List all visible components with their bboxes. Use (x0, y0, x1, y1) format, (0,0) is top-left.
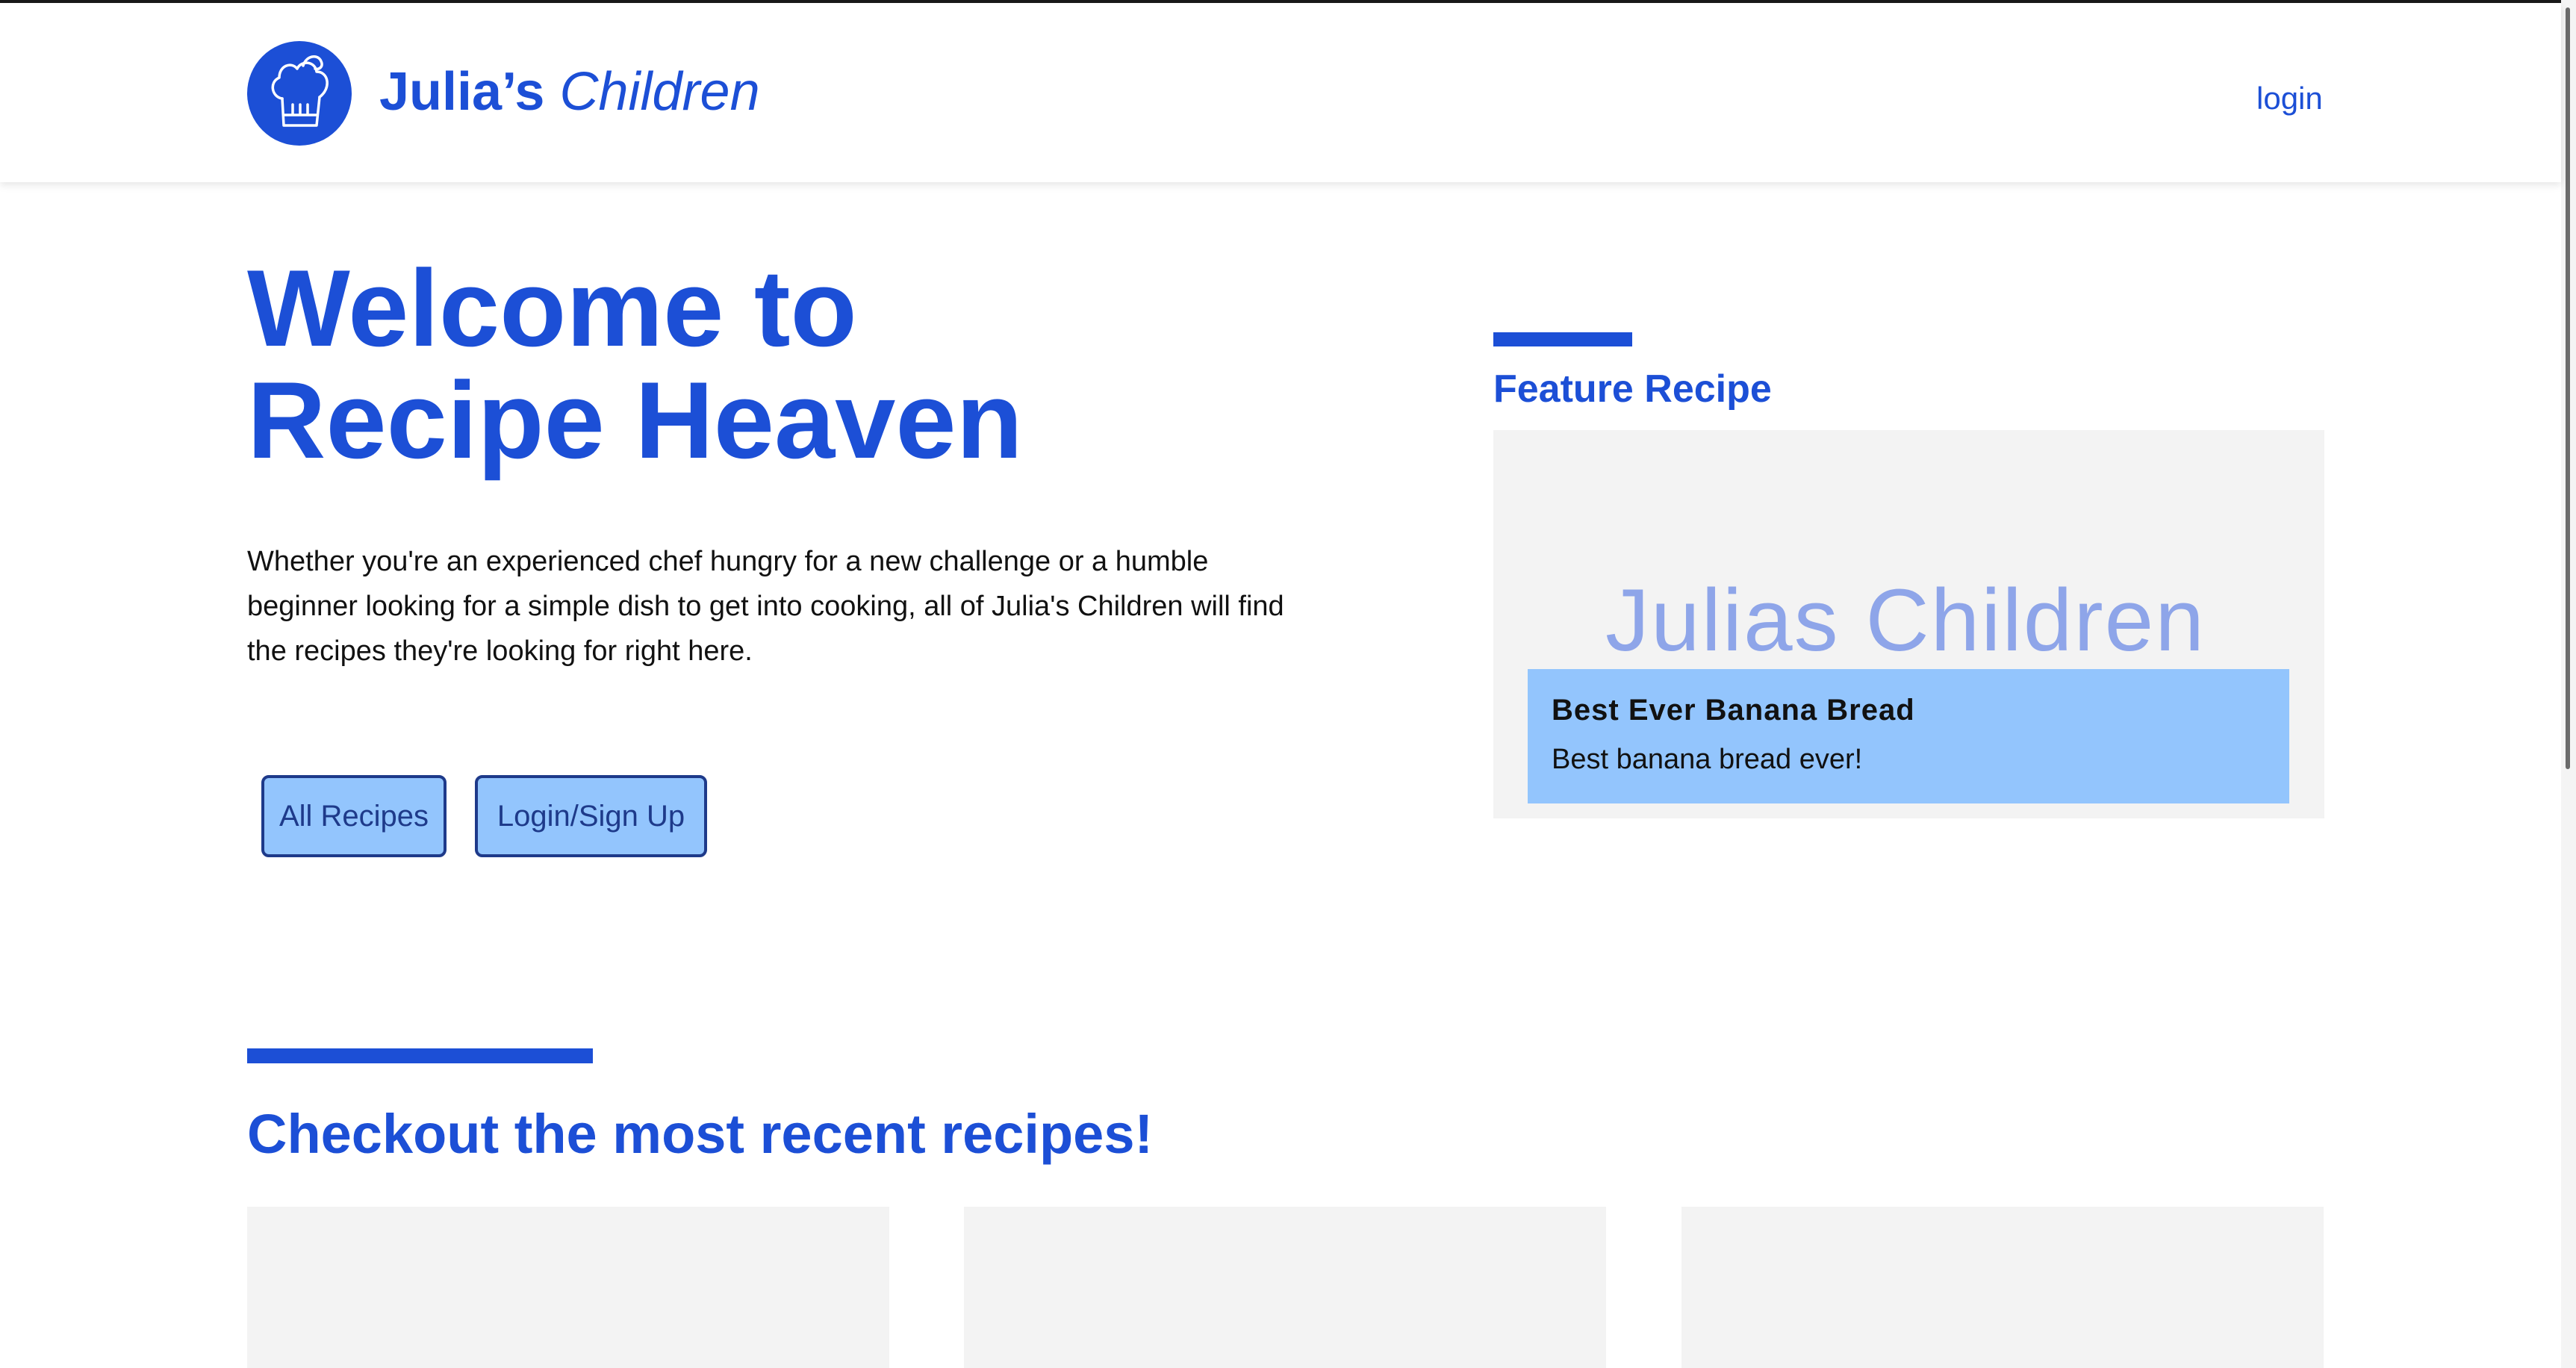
login-link[interactable]: login (2256, 76, 2323, 121)
recent-recipe-card[interactable] (1681, 1207, 2324, 1368)
feature-recipe-card[interactable]: Julias Children Best Ever Banana Bread B… (1493, 430, 2324, 818)
recent-recipe-card[interactable] (964, 1207, 1606, 1368)
site-header: Julia’s Children login (0, 3, 2561, 182)
brand-name[interactable]: Julia’s Children (379, 58, 760, 125)
page: Julia’s Children login Welcome to Recipe… (0, 0, 2576, 1368)
all-recipes-button[interactable]: All Recipes (261, 775, 447, 857)
chef-hat-icon (271, 55, 329, 127)
feature-recipe-image: Julias Children (1605, 571, 2206, 670)
vertical-scrollbar[interactable] (2561, 0, 2576, 1368)
feature-recipe-heading: Feature Recipe (1493, 367, 1772, 411)
feature-heading-accent-bar (1493, 332, 1632, 346)
feature-recipe-description: Best banana bread ever! (1552, 744, 1863, 775)
recent-recipe-card[interactable] (247, 1207, 889, 1368)
brand-name-bold: Julia’s (379, 62, 545, 122)
recent-recipes-heading: Checkout the most recent recipes! (247, 1103, 1154, 1165)
login-signup-button[interactable]: Login/Sign Up (475, 775, 707, 857)
feature-recipe-caption: Best Ever Banana Bread Best banana bread… (1528, 669, 2289, 803)
hero-title: Welcome to Recipe Heaven (247, 247, 1023, 481)
logo-link[interactable] (247, 41, 352, 146)
recent-heading-accent-bar (247, 1048, 593, 1063)
brand-name-italic: Children (559, 62, 760, 122)
scrollbar-thumb[interactable] (2566, 7, 2570, 769)
feature-recipe-title: Best Ever Banana Bread (1552, 694, 1915, 727)
hero-description: Whether you're an experienced chef hungr… (247, 546, 1284, 667)
